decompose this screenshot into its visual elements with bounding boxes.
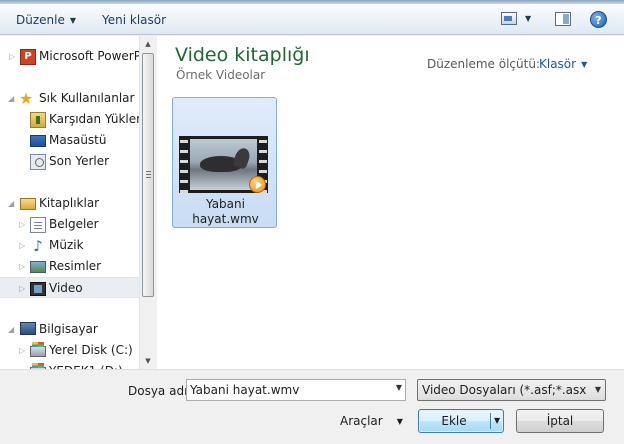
expand-arrow-icon[interactable]: ▷ (19, 361, 25, 369)
nav-item-documents[interactable]: ▷ Belgeler (0, 214, 139, 235)
nav-item-backup-drive[interactable]: ▷ YEDEK1 (D:) (0, 361, 139, 369)
organize-button[interactable]: Düzenle ▼ (16, 11, 76, 29)
navigation-pane: ▷ P Microsoft PowerPoint ◢ ★ Sık Kullanı… (0, 36, 156, 369)
nav-scrollbar[interactable]: ▲ ▼ (139, 36, 156, 369)
downloads-folder-icon (30, 112, 46, 128)
powerpoint-icon: P (20, 49, 36, 65)
command-bar: Düzenle ▼ Yeni klasör ▼ ? (0, 4, 624, 35)
split-button-divider (490, 413, 491, 429)
chevron-down-icon: ▼ (396, 417, 403, 426)
file-name-line-2: hayat.wmv (192, 212, 259, 226)
scroll-down-arrow-icon[interactable]: ▼ (140, 353, 156, 369)
expand-arrow-icon[interactable]: ▷ (19, 256, 25, 277)
pictures-icon (30, 261, 46, 273)
nav-item-video[interactable]: ▷ Video (0, 277, 139, 298)
new-folder-button[interactable]: Yeni klasör (102, 11, 166, 29)
expand-arrow-icon[interactable]: ▷ (19, 340, 25, 361)
nav-item-pictures[interactable]: ▷ Resimler (0, 256, 139, 277)
library-title: Video kitaplığı (175, 44, 310, 66)
cancel-button[interactable]: İptal (516, 409, 604, 433)
cancel-button-label: İptal (546, 414, 574, 428)
tools-button[interactable]: Araçlar ▼ (340, 414, 403, 428)
file-name-label: Yabani hayat.wmv (173, 197, 278, 227)
favorites-star-icon: ★ (18, 89, 34, 108)
dialog-footer: Dosya adı: ▼ Video Dosyaları (*.asf;*.as… (0, 369, 624, 444)
nav-item-label: Kitaplıklar (39, 196, 100, 210)
collapse-arrow-icon[interactable]: ◢ (8, 193, 14, 214)
nav-item-label: YEDEK1 (D:) (49, 361, 123, 369)
file-item-selected[interactable]: Yabani hayat.wmv (172, 97, 277, 228)
tools-label: Araçlar (340, 414, 383, 428)
nav-item-label: Sık Kullanılanlar (39, 91, 135, 105)
expand-arrow-icon[interactable]: ▷ (19, 214, 25, 235)
expand-arrow-icon[interactable]: ▷ (9, 46, 15, 67)
nav-item-favorites[interactable]: ◢ ★ Sık Kullanılanlar (0, 88, 139, 109)
nav-item-computer[interactable]: ◢ Bilgisayar (0, 319, 139, 340)
video-icon (30, 282, 46, 296)
nav-item-local-disk[interactable]: ▷ Yerel Disk (C:) (0, 340, 139, 361)
documents-icon (30, 217, 46, 233)
expand-arrow-icon[interactable]: ▷ (19, 235, 25, 256)
chevron-down-icon[interactable]: ▼ (494, 416, 500, 425)
nav-item-label: Bilgisayar (39, 322, 98, 336)
filetype-value: Video Dosyaları (*.asf;*.asx;*.wpl;*.wm;… (422, 383, 587, 397)
help-icon[interactable]: ? (590, 11, 607, 28)
collapse-arrow-icon[interactable]: ◢ (8, 319, 14, 340)
nav-item-label: Masaüstü (49, 133, 107, 147)
film-strip-perforation (180, 136, 188, 193)
nav-item-music[interactable]: ▷ ♪ Müzik (0, 235, 139, 256)
nav-item-desktop[interactable]: Masaüstü (0, 130, 139, 151)
desktop-icon (30, 135, 46, 147)
nav-item-libraries[interactable]: ◢ Kitaplıklar (0, 193, 139, 214)
organize-label: Düzenle (16, 13, 65, 27)
nav-item-downloads[interactable]: Karşıdan Yüklemeler (0, 109, 139, 130)
preview-pane-icon[interactable] (555, 12, 571, 26)
scrollbar-thumb[interactable] (142, 53, 154, 297)
filename-combobox[interactable]: ▼ (186, 379, 406, 401)
nav-item-label: Belgeler (49, 217, 99, 231)
nav-item-label: Resimler (49, 259, 102, 273)
nav-item-powerpoint[interactable]: ▷ P Microsoft PowerPoint (0, 46, 139, 67)
recent-places-icon (30, 154, 46, 170)
arrange-by-value: Klasör (539, 57, 577, 71)
chevron-down-icon: ▼ (69, 16, 77, 25)
filename-label: Dosya adı: (128, 384, 192, 398)
nav-item-label: Son Yerler (49, 154, 110, 168)
chevron-down-icon: ▼ (581, 60, 588, 69)
expand-arrow-icon[interactable]: ▷ (19, 278, 25, 297)
libraries-icon (20, 198, 36, 210)
collapse-arrow-icon[interactable]: ◢ (8, 88, 14, 109)
scrollbar-grip-icon (146, 171, 151, 178)
computer-icon (20, 322, 36, 335)
filename-input[interactable] (190, 382, 386, 398)
nav-item-label: Video (49, 281, 83, 295)
video-frame-image (190, 139, 257, 190)
arrange-by-label: Düzenleme ölçütü: (427, 57, 540, 71)
nav-item-label: Yerel Disk (C:) (49, 343, 133, 357)
chevron-down-icon: ▼ (594, 385, 601, 394)
insert-button-label: Ekle (441, 414, 467, 428)
filetype-dropdown[interactable]: Video Dosyaları (*.asf;*.asx;*.wpl;*.wm;… (417, 379, 606, 401)
library-subtitle: Örnek Videolar (176, 68, 266, 82)
nav-item-label: Müzik (49, 238, 84, 252)
media-player-badge-icon (249, 176, 266, 193)
view-options-chevron-icon[interactable]: ▼ (525, 14, 531, 23)
local-disk-icon (30, 342, 46, 357)
chevron-down-icon[interactable]: ▼ (396, 383, 402, 392)
change-view-icon[interactable] (501, 12, 517, 25)
scroll-up-arrow-icon[interactable]: ▲ (140, 36, 156, 52)
music-icon: ♪ (33, 237, 43, 255)
arrange-by-dropdown[interactable]: Klasör ▼ (539, 57, 587, 71)
nav-item-recent-places[interactable]: Son Yerler (0, 151, 139, 172)
file-name-line-1: Yabani (206, 197, 245, 211)
nav-item-label: Microsoft PowerPoint (39, 49, 139, 63)
insert-split-button[interactable]: Ekle ▼ (418, 409, 504, 433)
file-list-pane: Video kitaplığı Örnek Videolar Düzenleme… (157, 36, 624, 369)
nav-item-label: Karşıdan Yüklemeler (49, 112, 139, 126)
